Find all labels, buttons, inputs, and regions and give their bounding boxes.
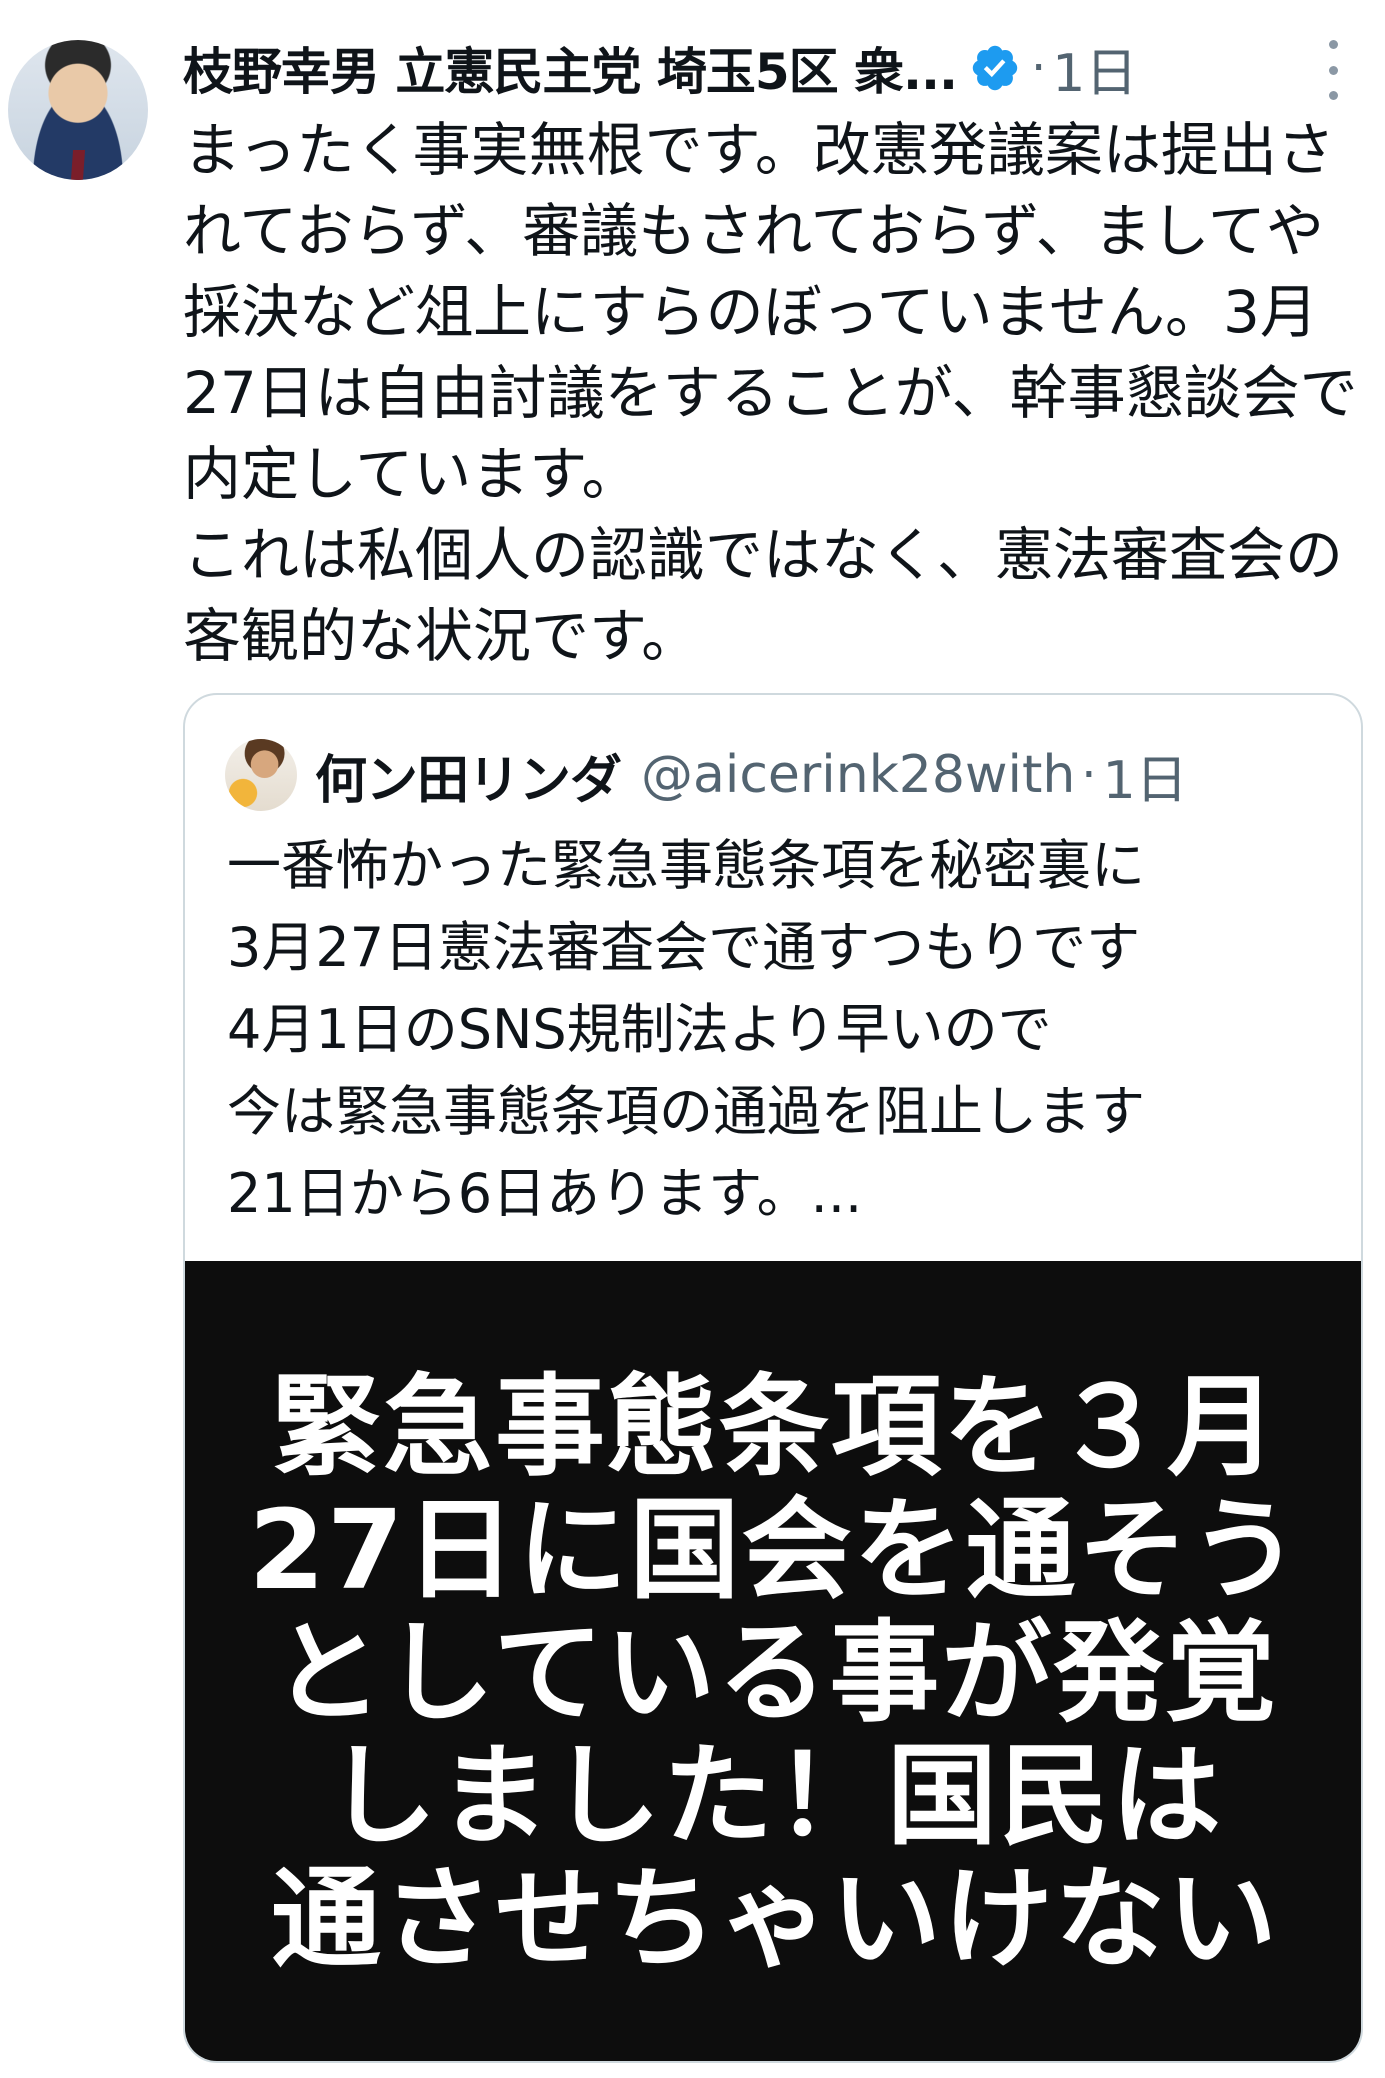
tweet-text-line: これは私個人の認識ではなく、憲法審査会の	[183, 521, 1344, 589]
time-separator: ·	[1031, 40, 1047, 96]
quoted-author-name: 何ン田リンダ	[315, 750, 622, 811]
image-text-line: 27日に国会を通そう	[248, 1486, 1302, 1614]
quoted-text-line: 21日から6日あります。...	[227, 1162, 863, 1225]
quoted-tweet-time: 1日	[1102, 750, 1188, 811]
tweet-text-line: 客観的な状況です。	[183, 602, 700, 670]
image-text-line: 通させちゃいけない	[271, 1855, 1279, 1983]
more-options-icon[interactable]	[1318, 40, 1348, 100]
tweet-text-line: 27日は自由討議をすることが、幹事懇談会で	[183, 359, 1358, 427]
quoted-tweet-image[interactable]: 緊急事態条項を３月 27日に国会を通そう としている事が発覚 しました！国民は …	[185, 1261, 1361, 2061]
image-caption-text: 緊急事態条項を３月 27日に国会を通そう としている事が発覚 しました！国民は …	[185, 1363, 1361, 1983]
avatar-tie	[70, 150, 86, 180]
quoted-tweet-text: 一番怖かった緊急事態条項を秘密裏に 3月27日憲法審査会で通すつもりです 4月1…	[227, 825, 1337, 1235]
image-text-line: しました！国民は	[327, 1732, 1223, 1860]
quoted-text-line: 3月27日憲法審査会で通すつもりです	[227, 916, 1141, 979]
quoted-text-line: 今は緊急事態条項の通過を阻止します	[227, 1080, 1145, 1143]
tweet-text: まったく事実無根です。改憲発議案は提出さ れておらず、審議もされておらず、まして…	[183, 110, 1363, 677]
author-avatar[interactable]	[8, 40, 148, 180]
tweet-text-line: 内定しています。	[183, 440, 640, 508]
verified-badge-icon	[972, 45, 1018, 91]
quoted-text-line: 一番怖かった緊急事態条項を秘密裏に	[227, 834, 1145, 897]
tweet-time[interactable]: 1日	[1052, 31, 1137, 106]
tweet-text-line: 採決など俎上にすらのぼっていません。3月	[183, 278, 1318, 346]
tweet-text-line: まったく事実無根です。改憲発議案は提出さ	[183, 116, 1335, 184]
quoted-text-line: 4月1日のSNS規制法より早いので	[227, 998, 1052, 1061]
quoted-tweet[interactable]: 何ン田リンダ @aicerink28with · 1日 一番怖かった緊急事態条項…	[183, 693, 1363, 2063]
quoted-author-avatar	[225, 739, 297, 811]
author-name[interactable]: 枝野幸男 立憲民主党 埼玉5区 衆...	[183, 32, 957, 104]
quoted-time-separator: ·	[1081, 747, 1097, 803]
tweet-header: 枝野幸男 立憲民主党 埼玉5区 衆... · 1日	[183, 28, 1363, 108]
quoted-author-handle: @aicerink28with	[641, 745, 1076, 805]
tweet-text-line: れておらず、審議もされておらず、ましてや	[183, 197, 1324, 265]
quoted-tweet-header: 何ン田リンダ @aicerink28with · 1日	[225, 735, 1345, 815]
image-text-line: としている事が発覚	[272, 1609, 1278, 1737]
image-text-line: 緊急事態条項を３月	[271, 1363, 1279, 1491]
